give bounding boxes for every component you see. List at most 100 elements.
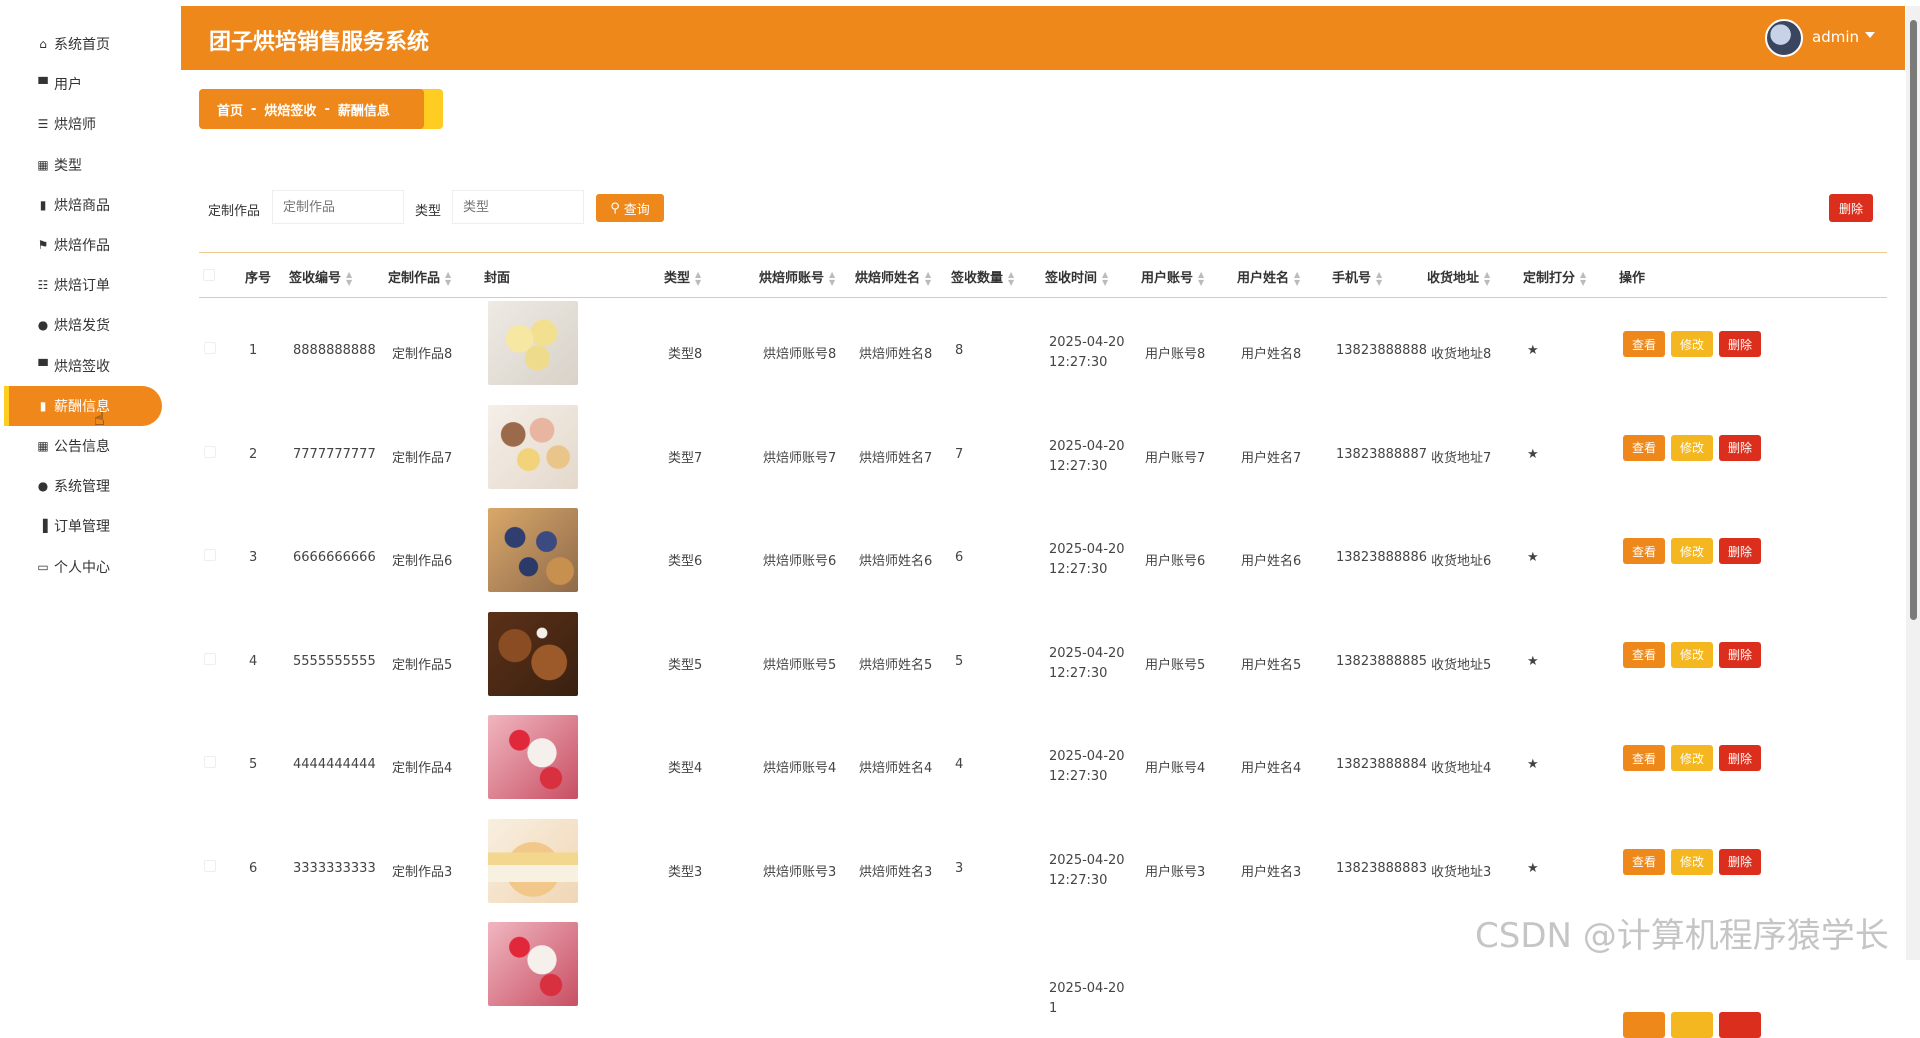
sidebar-item-13[interactable]: ▭ 个人中心 bbox=[4, 547, 162, 587]
delete-button[interactable]: 删除 bbox=[1719, 331, 1761, 357]
column-header-11[interactable]: 手机号 ▲ ▼ bbox=[1332, 267, 1382, 287]
breadcrumb-parent[interactable]: 烘焙签收 bbox=[264, 100, 316, 119]
cell-baker-acct: 烘焙师账号3 bbox=[763, 864, 837, 880]
chevron-down-icon[interactable] bbox=[1865, 32, 1875, 38]
avatar[interactable] bbox=[1765, 19, 1803, 57]
sort-icon[interactable]: ▲ ▼ bbox=[346, 270, 352, 287]
person-icon: ● bbox=[37, 479, 49, 494]
edit-button[interactable]: 修改 bbox=[1671, 434, 1713, 461]
edit-button[interactable]: 修改 bbox=[1671, 848, 1713, 875]
view-button[interactable] bbox=[1623, 1012, 1665, 1038]
sort-icon[interactable]: ▲ ▼ bbox=[1484, 270, 1490, 287]
row-checkbox[interactable] bbox=[204, 445, 216, 458]
cell-baker-name: 烘焙师姓名8 bbox=[859, 347, 933, 362]
view-button[interactable]: 查看 bbox=[1623, 848, 1665, 875]
sliders-icon: ☷ bbox=[37, 278, 49, 293]
sidebar-item-2[interactable]: ☰ 烘焙师 bbox=[4, 104, 162, 144]
sidebar-item-3[interactable]: ▦ 类型 bbox=[4, 145, 162, 185]
cell-score: ★ bbox=[1527, 757, 1539, 772]
sidebar-item-9[interactable]: ▮ 薪酬信息 bbox=[4, 385, 162, 426]
table-row: 3 6666666666 定制作品6 类型6 烘焙师账号6 烘焙师姓名6 6 2025-04-… bbox=[199, 505, 1887, 608]
scrollbar-thumb[interactable] bbox=[1910, 20, 1917, 620]
sort-icon[interactable]: ▲ ▼ bbox=[1102, 270, 1108, 287]
cell-qty: 7 bbox=[955, 446, 964, 462]
column-header-1[interactable]: 签收编号 ▲ ▼ bbox=[289, 267, 352, 287]
edit-button[interactable]: 修改 bbox=[1671, 745, 1713, 771]
sidebar-item-label: 公告信息 bbox=[54, 439, 110, 455]
column-header-10[interactable]: 用户姓名 ▲ ▼ bbox=[1237, 267, 1300, 287]
column-header-12[interactable]: 收货地址 ▲ ▼ bbox=[1427, 267, 1490, 287]
row-checkbox[interactable] bbox=[204, 859, 216, 872]
column-header-3: 封面 bbox=[484, 267, 510, 286]
view-button[interactable]: 查看 bbox=[1623, 641, 1665, 668]
sidebar-item-6[interactable]: ☷ 烘焙订单 bbox=[4, 265, 162, 305]
delete-button[interactable]: 删除 bbox=[1719, 848, 1761, 875]
column-header-9[interactable]: 用户账号 ▲ ▼ bbox=[1141, 267, 1204, 287]
view-button[interactable]: 查看 bbox=[1623, 434, 1665, 461]
query-button[interactable]: ⚲ 查询 bbox=[596, 194, 664, 222]
cell-time: 2025-04-20 12:27:30 bbox=[1049, 749, 1125, 784]
sort-icon[interactable]: ▲ ▼ bbox=[445, 270, 451, 287]
cover-image bbox=[488, 922, 578, 1006]
cell-work: 定制作品8 bbox=[392, 347, 453, 362]
delete-button[interactable]: 删除 bbox=[1719, 538, 1761, 564]
column-header-8[interactable]: 签收时间 ▲ ▼ bbox=[1045, 267, 1108, 287]
batch-delete-button[interactable]: 删除 bbox=[1829, 194, 1873, 222]
sort-icon[interactable]: ▲ ▼ bbox=[695, 270, 701, 287]
edit-button[interactable]: 修改 bbox=[1671, 641, 1713, 668]
edit-button[interactable]: 修改 bbox=[1671, 331, 1713, 357]
edit-button[interactable] bbox=[1671, 1012, 1713, 1038]
row-checkbox[interactable] bbox=[204, 342, 216, 354]
cell-phone: 13823888884 bbox=[1336, 757, 1427, 772]
sort-icon[interactable]: ▲ ▼ bbox=[1008, 270, 1014, 287]
user-name[interactable]: admin bbox=[1812, 28, 1859, 46]
cell-addr: 收货地址3 bbox=[1431, 864, 1492, 880]
sidebar-item-1[interactable]: ▀ 用户 bbox=[4, 64, 162, 104]
sort-icon[interactable]: ▲ ▼ bbox=[829, 270, 835, 287]
column-header-7[interactable]: 签收数量 ▲ ▼ bbox=[951, 267, 1014, 287]
cell-addr: 收货地址4 bbox=[1431, 761, 1492, 776]
sidebar-item-label: 烘焙作品 bbox=[54, 238, 110, 254]
column-header-label: 烘焙师姓名 bbox=[855, 271, 921, 286]
cell-user-acct: 用户账号3 bbox=[1145, 864, 1206, 880]
column-header-13[interactable]: 定制打分 ▲ ▼ bbox=[1523, 267, 1586, 287]
sort-icon[interactable]: ▲ ▼ bbox=[1198, 270, 1204, 287]
sidebar-item-5[interactable]: ⚑ 烘焙作品 bbox=[4, 225, 162, 265]
view-button[interactable]: 查看 bbox=[1623, 745, 1665, 771]
sort-icon[interactable]: ▲ ▼ bbox=[1580, 270, 1586, 287]
sort-icon[interactable]: ▲ ▼ bbox=[925, 270, 931, 287]
row-checkbox[interactable] bbox=[204, 652, 216, 665]
select-all-checkbox[interactable] bbox=[203, 269, 215, 281]
column-header-5[interactable]: 烘焙师账号 ▲ ▼ bbox=[759, 267, 835, 287]
sidebar-item-0[interactable]: ⌂ 系统首页 bbox=[4, 24, 162, 64]
row-checkbox[interactable] bbox=[204, 756, 216, 768]
sidebar-item-11[interactable]: ● 系统管理 bbox=[4, 466, 162, 506]
work-search-input[interactable] bbox=[272, 190, 404, 224]
breadcrumb-home[interactable]: 首页 bbox=[217, 100, 243, 119]
sidebar-item-8[interactable]: ▀ 烘焙签收 bbox=[4, 346, 162, 386]
column-header-2[interactable]: 定制作品 ▲ ▼ bbox=[388, 267, 451, 287]
cell-idx: 6 bbox=[249, 860, 258, 876]
edit-button[interactable]: 修改 bbox=[1671, 538, 1713, 564]
sort-icon[interactable]: ▲ ▼ bbox=[1294, 270, 1300, 287]
view-button[interactable]: 查看 bbox=[1623, 331, 1665, 357]
cell-user-name: 用户姓名5 bbox=[1241, 657, 1302, 673]
sidebar-item-12[interactable]: ▐ 订单管理 bbox=[4, 506, 162, 546]
sort-icon[interactable]: ▲ ▼ bbox=[1376, 270, 1382, 287]
column-header-6[interactable]: 烘焙师姓名 ▲ ▼ bbox=[855, 267, 931, 287]
sidebar-item-4[interactable]: ▮ 烘焙商品 bbox=[4, 185, 162, 225]
cell-user-acct: 用户账号8 bbox=[1145, 347, 1206, 362]
delete-button[interactable]: 删除 bbox=[1719, 641, 1761, 668]
delete-button[interactable]: 删除 bbox=[1719, 745, 1761, 771]
column-header-4[interactable]: 类型 ▲ ▼ bbox=[664, 267, 701, 287]
delete-button[interactable] bbox=[1719, 1012, 1761, 1038]
cell-qty: 5 bbox=[955, 653, 964, 669]
cell-time: 2025-04-20 12:27:30 bbox=[1049, 852, 1125, 888]
view-button[interactable]: 查看 bbox=[1623, 538, 1665, 564]
sidebar-item-7[interactable]: ● 烘焙发货 bbox=[4, 305, 162, 345]
delete-button[interactable]: 删除 bbox=[1719, 434, 1761, 461]
sidebar-item-10[interactable]: ▦ 公告信息 bbox=[4, 426, 162, 466]
row-checkbox[interactable] bbox=[204, 549, 216, 561]
scrollbar[interactable] bbox=[1906, 6, 1920, 960]
type-search-input[interactable] bbox=[452, 190, 584, 224]
